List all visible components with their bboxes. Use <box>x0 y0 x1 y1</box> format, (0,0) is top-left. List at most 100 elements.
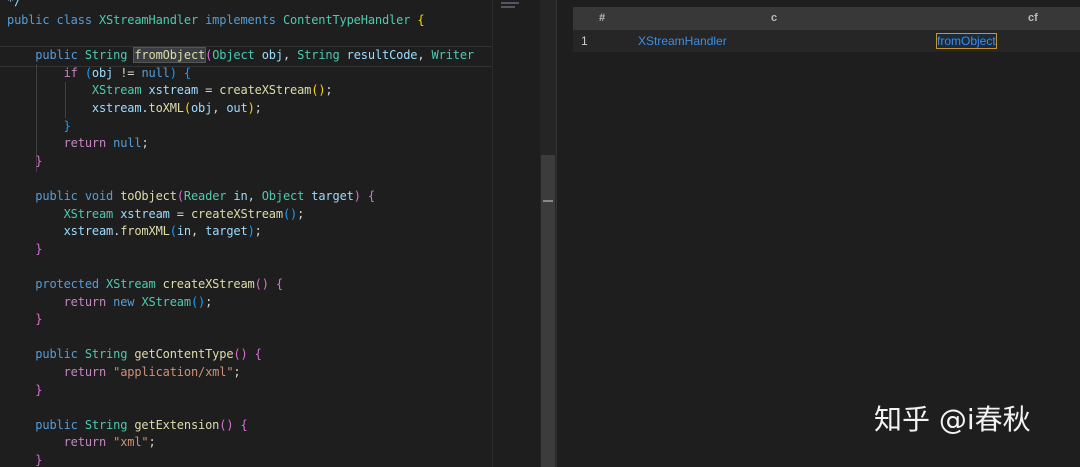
code-token: , <box>247 189 262 203</box>
code-token: XStream <box>141 294 191 309</box>
code-token: ( <box>183 101 191 115</box>
code-token: { <box>254 347 262 362</box>
code-line: return new XStream(); <box>7 294 213 309</box>
row-index: 1 <box>581 34 588 48</box>
table-row[interactable]: 1 XStreamHandler fromObject <box>573 30 1080 52</box>
code-token: resultCode <box>346 48 418 63</box>
code-token: public <box>7 417 85 432</box>
code-token: out <box>226 101 248 115</box>
code-token: ; <box>297 206 305 221</box>
code-token: ContentTypeHandler <box>282 13 418 27</box>
code-token: () <box>254 277 276 291</box>
code-token: ( <box>176 189 184 203</box>
code-token: != <box>113 65 142 80</box>
code-token: "application/xml" <box>113 365 234 379</box>
code-token: toXML <box>148 101 185 115</box>
code-token: getContentType <box>134 347 234 362</box>
code-line: public String getExtension() { <box>7 417 248 432</box>
code-token: public <box>7 189 85 203</box>
code-editor[interactable]: */ public class XStreamHandler implements… <box>0 0 492 467</box>
code-token: xstream <box>7 224 114 239</box>
code-token: ( <box>84 65 92 80</box>
code-token: target <box>205 224 248 239</box>
code-token: ; <box>325 83 333 98</box>
code-token: ; <box>254 101 262 115</box>
code-token: createXStream <box>190 206 283 221</box>
code-token: ; <box>233 365 241 379</box>
code-token: protected <box>7 277 107 291</box>
code-token: ; <box>141 136 149 151</box>
minimap[interactable] <box>492 0 541 467</box>
code-token: createXStream <box>219 83 312 98</box>
scroll-position-marker <box>543 200 553 202</box>
code-token: toObject <box>120 189 177 203</box>
code-line: } <box>7 454 42 466</box>
header-c[interactable]: c <box>771 7 777 30</box>
code-token: String <box>297 48 347 63</box>
code-token: ) <box>247 101 255 115</box>
code-token: "xml" <box>113 435 149 450</box>
code-line: return null; <box>7 137 149 149</box>
code-token: createXStream <box>162 277 255 291</box>
code-token: ( <box>169 224 177 239</box>
code-token: = <box>198 83 220 98</box>
code-token: return <box>7 365 114 379</box>
code-token: } <box>7 118 71 133</box>
code-token: obj <box>261 48 283 63</box>
code-token: return <box>7 435 114 450</box>
method-link[interactable]: fromObject <box>936 33 997 49</box>
code-token: target <box>311 189 354 203</box>
code-token: . <box>141 101 149 115</box>
code-token: public <box>7 13 57 27</box>
code-token: , <box>417 48 432 63</box>
code-line: public class XStreamHandler implements C… <box>7 13 425 27</box>
code-token: getExtension <box>134 417 220 432</box>
watermark: 知乎 @i春秋 <box>874 403 1031 436</box>
code-token: Writer <box>431 48 475 63</box>
code-token: if <box>7 65 85 80</box>
code-line: } <box>7 120 71 132</box>
code-token: ) <box>353 189 368 203</box>
code-line: } <box>7 243 42 255</box>
code-token: ; <box>205 294 213 309</box>
code-line: XStream xstream = createXStream(); <box>7 83 333 98</box>
class-link[interactable]: XStreamHandler <box>638 30 727 52</box>
code-token: in <box>233 189 248 203</box>
code-token: String <box>84 417 135 432</box>
code-line: return "xml"; <box>7 436 156 448</box>
header-index[interactable]: # <box>599 7 605 30</box>
code-token: Object <box>212 48 262 63</box>
code-token: XStream <box>7 206 121 221</box>
code-token: ; <box>254 224 262 239</box>
code-token: { <box>417 13 425 27</box>
code-token: */ <box>7 0 22 8</box>
header-cf[interactable]: cf <box>1028 7 1038 30</box>
code-token: fromObject <box>133 47 207 64</box>
code-line: if (obj != null) { <box>7 65 192 80</box>
code-token: public <box>7 48 85 63</box>
code-token: { <box>183 65 191 80</box>
code-token: String <box>84 48 135 63</box>
code-token: () <box>190 294 206 309</box>
code-token: new <box>113 294 142 309</box>
code-token: , <box>190 224 206 239</box>
code-token: } <box>7 382 43 397</box>
code-token: { <box>240 417 248 432</box>
code-token: { <box>275 277 283 291</box>
code-token: XStream <box>106 277 163 291</box>
code-token: implements <box>205 13 283 27</box>
code-token: } <box>7 453 43 467</box>
code-token: XStreamHandler <box>98 13 206 27</box>
code-token: null <box>113 136 142 151</box>
code-token: () <box>311 83 326 98</box>
results-panel <box>556 0 1080 467</box>
code-token: ) <box>247 224 255 239</box>
code-line: } <box>7 313 42 325</box>
code-token: null <box>141 65 170 80</box>
code-token: } <box>7 312 43 327</box>
code-token: ) <box>169 65 184 80</box>
code-line: */ <box>7 0 21 7</box>
code-token: void <box>84 189 121 203</box>
scrollbar-thumb[interactable] <box>541 155 555 467</box>
code-line: public String fromObject(Object obj, Str… <box>7 47 475 64</box>
